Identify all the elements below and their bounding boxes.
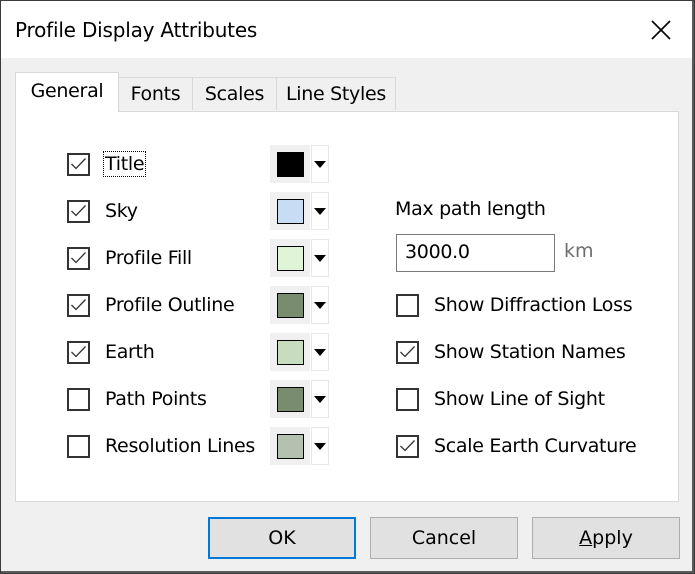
checkmark-icon (400, 440, 415, 452)
earth-color-dropdown[interactable] (311, 333, 329, 371)
option-show-station-names: Show Station Names (396, 337, 626, 367)
title-bar: Profile Display Attributes (1, 1, 692, 58)
title-color-button[interactable] (270, 145, 310, 183)
title-label: Title (102, 151, 147, 177)
checkmark-icon (71, 346, 86, 358)
display-item-profile-outline: Profile Outline (67, 290, 235, 320)
cancel-button[interactable]: Cancel (370, 517, 518, 559)
profile-outline-label: Profile Outline (105, 294, 235, 316)
profile-outline-color-swatch (276, 292, 304, 318)
tab-general[interactable]: General (15, 72, 119, 112)
tab-scales[interactable]: Scales (192, 77, 277, 110)
option-show-line-of-sight: Show Line of Sight (396, 384, 605, 414)
display-item-earth: Earth (67, 337, 155, 367)
scale-earth-curvature-label: Scale Earth Curvature (434, 435, 637, 457)
tab-label: Scales (204, 83, 265, 105)
resolution-lines-label: Resolution Lines (105, 435, 256, 457)
profile-fill-color-button[interactable] (270, 239, 310, 277)
resolution-lines-color-dropdown[interactable] (311, 427, 329, 465)
sky-color-button[interactable] (270, 192, 310, 230)
scale-earth-curvature-checkbox[interactable] (396, 434, 419, 458)
show-station-names-checkbox[interactable] (396, 340, 419, 364)
path-points-label: Path Points (105, 388, 207, 410)
resolution-lines-color-swatch (276, 433, 304, 459)
tab-label: Fonts (130, 83, 181, 105)
apply-mnemonic: A (579, 527, 593, 549)
profile-outline-color-button[interactable] (270, 286, 310, 324)
profile-outline-checkbox[interactable] (67, 293, 90, 317)
path-points-color-swatch (276, 386, 304, 412)
show-diffraction-loss-label: Show Diffraction Loss (434, 294, 633, 316)
tab-line-styles[interactable]: Line Styles (276, 77, 396, 110)
apply-label: Apply (579, 527, 633, 549)
display-item-path-points: Path Points (67, 384, 207, 414)
apply-label-rest: pply (592, 527, 633, 549)
earth-label: Earth (105, 341, 155, 363)
close-x-icon (651, 19, 671, 40)
title-checkbox[interactable] (67, 152, 90, 176)
tab-fonts[interactable]: Fonts (118, 77, 193, 110)
cancel-label: Cancel (411, 527, 477, 549)
max-path-length-input[interactable]: 3000.0 (396, 234, 555, 272)
tab-label: General (30, 79, 104, 102)
max-path-length-label: Max path length (395, 198, 546, 220)
sky-color-swatch (276, 198, 304, 224)
general-tab-panel: Title Sky Profile Fill Profile Outline Earth… (15, 111, 679, 502)
profile-fill-label: Profile Fill (105, 247, 192, 269)
title-color-swatch (276, 151, 304, 177)
display-item-resolution-lines: Resolution Lines (67, 431, 255, 461)
display-item-profile-fill: Profile Fill (67, 243, 192, 273)
path-points-checkbox[interactable] (67, 387, 90, 411)
checkmark-icon (71, 252, 86, 264)
profile-fill-color-swatch (276, 245, 304, 271)
checkmark-icon (71, 205, 86, 217)
path-points-color-dropdown[interactable] (311, 380, 329, 418)
dialog-title: Profile Display Attributes (15, 18, 258, 42)
dialog-window: Profile Display Attributes General Fonts… (1, 1, 694, 573)
max-path-length-unit: km (564, 240, 594, 262)
checkmark-icon (400, 346, 415, 358)
close-button[interactable] (630, 1, 692, 58)
earth-color-button[interactable] (270, 333, 310, 371)
sky-color-dropdown[interactable] (311, 192, 329, 230)
show-line-of-sight-label: Show Line of Sight (434, 388, 605, 410)
show-line-of-sight-checkbox[interactable] (396, 387, 419, 411)
title-color-dropdown[interactable] (311, 145, 329, 183)
resolution-lines-checkbox[interactable] (67, 434, 90, 458)
option-show-diffraction-loss: Show Diffraction Loss (396, 290, 633, 320)
sky-checkbox[interactable] (67, 199, 90, 223)
sky-label: Sky (105, 200, 138, 222)
option-scale-earth-curvature: Scale Earth Curvature (396, 431, 637, 461)
show-diffraction-loss-checkbox[interactable] (396, 293, 419, 317)
ok-label: OK (268, 527, 296, 549)
checkmark-icon (71, 158, 86, 170)
earth-checkbox[interactable] (67, 340, 90, 364)
display-item-title: Title (67, 149, 147, 179)
profile-outline-color-dropdown[interactable] (311, 286, 329, 324)
show-station-names-label: Show Station Names (434, 341, 626, 363)
profile-fill-checkbox[interactable] (67, 246, 90, 270)
earth-color-swatch (276, 339, 304, 365)
profile-fill-color-dropdown[interactable] (311, 239, 329, 277)
checkmark-icon (71, 299, 86, 311)
tab-label: Line Styles (286, 83, 386, 105)
apply-button[interactable]: Apply (532, 517, 680, 559)
display-item-sky: Sky (67, 196, 138, 226)
ok-button[interactable]: OK (208, 517, 356, 559)
path-points-color-button[interactable] (270, 380, 310, 418)
resolution-lines-color-button[interactable] (270, 427, 310, 465)
